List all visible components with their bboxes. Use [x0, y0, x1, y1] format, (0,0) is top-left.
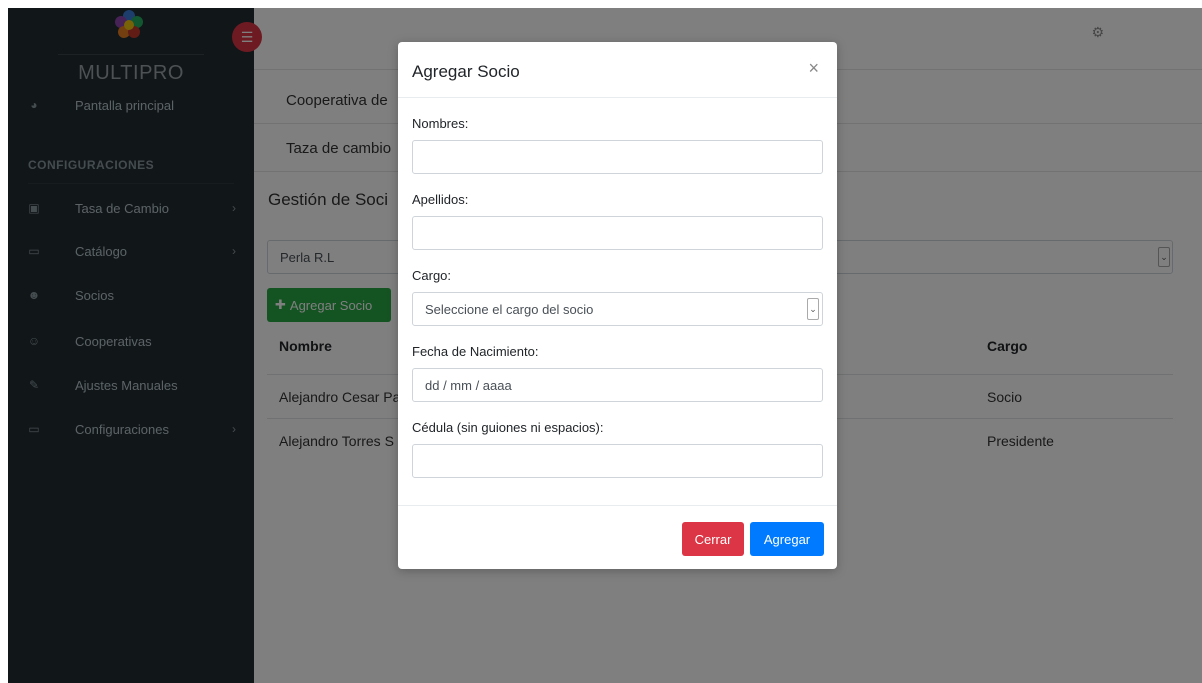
- modal-title: Agregar Socio: [412, 62, 520, 81]
- agregar-button[interactable]: Agregar: [750, 522, 824, 556]
- chevron-down-icon: ⌄: [807, 298, 819, 320]
- close-icon[interactable]: ×: [808, 58, 819, 79]
- nombres-input[interactable]: [412, 140, 823, 174]
- apellidos-input[interactable]: [412, 216, 823, 250]
- modal-header: Agregar Socio ×: [398, 42, 837, 98]
- cargo-label: Cargo:: [412, 268, 452, 283]
- app-window: MULTIPRO ◕ Pantalla principal CONFIGURAC…: [8, 8, 1202, 683]
- cargo-select-value: Seleccione el cargo del socio: [425, 302, 594, 317]
- cedula-label: Cédula (sin guiones ni espacios):: [412, 420, 604, 435]
- cargo-select[interactable]: Seleccione el cargo del socio ⌄: [412, 292, 823, 326]
- cedula-input[interactable]: [412, 444, 823, 478]
- nombres-label: Nombres:: [412, 116, 469, 131]
- agregar-socio-modal: Agregar Socio × Nombres: Apellidos: Carg…: [398, 42, 837, 569]
- cerrar-button[interactable]: Cerrar: [682, 522, 744, 556]
- fecha-nacimiento-label: Fecha de Nacimiento:: [412, 344, 539, 359]
- fecha-nacimiento-input[interactable]: [412, 368, 823, 402]
- modal-footer: Cerrar Agregar: [398, 505, 837, 569]
- apellidos-label: Apellidos:: [412, 192, 469, 207]
